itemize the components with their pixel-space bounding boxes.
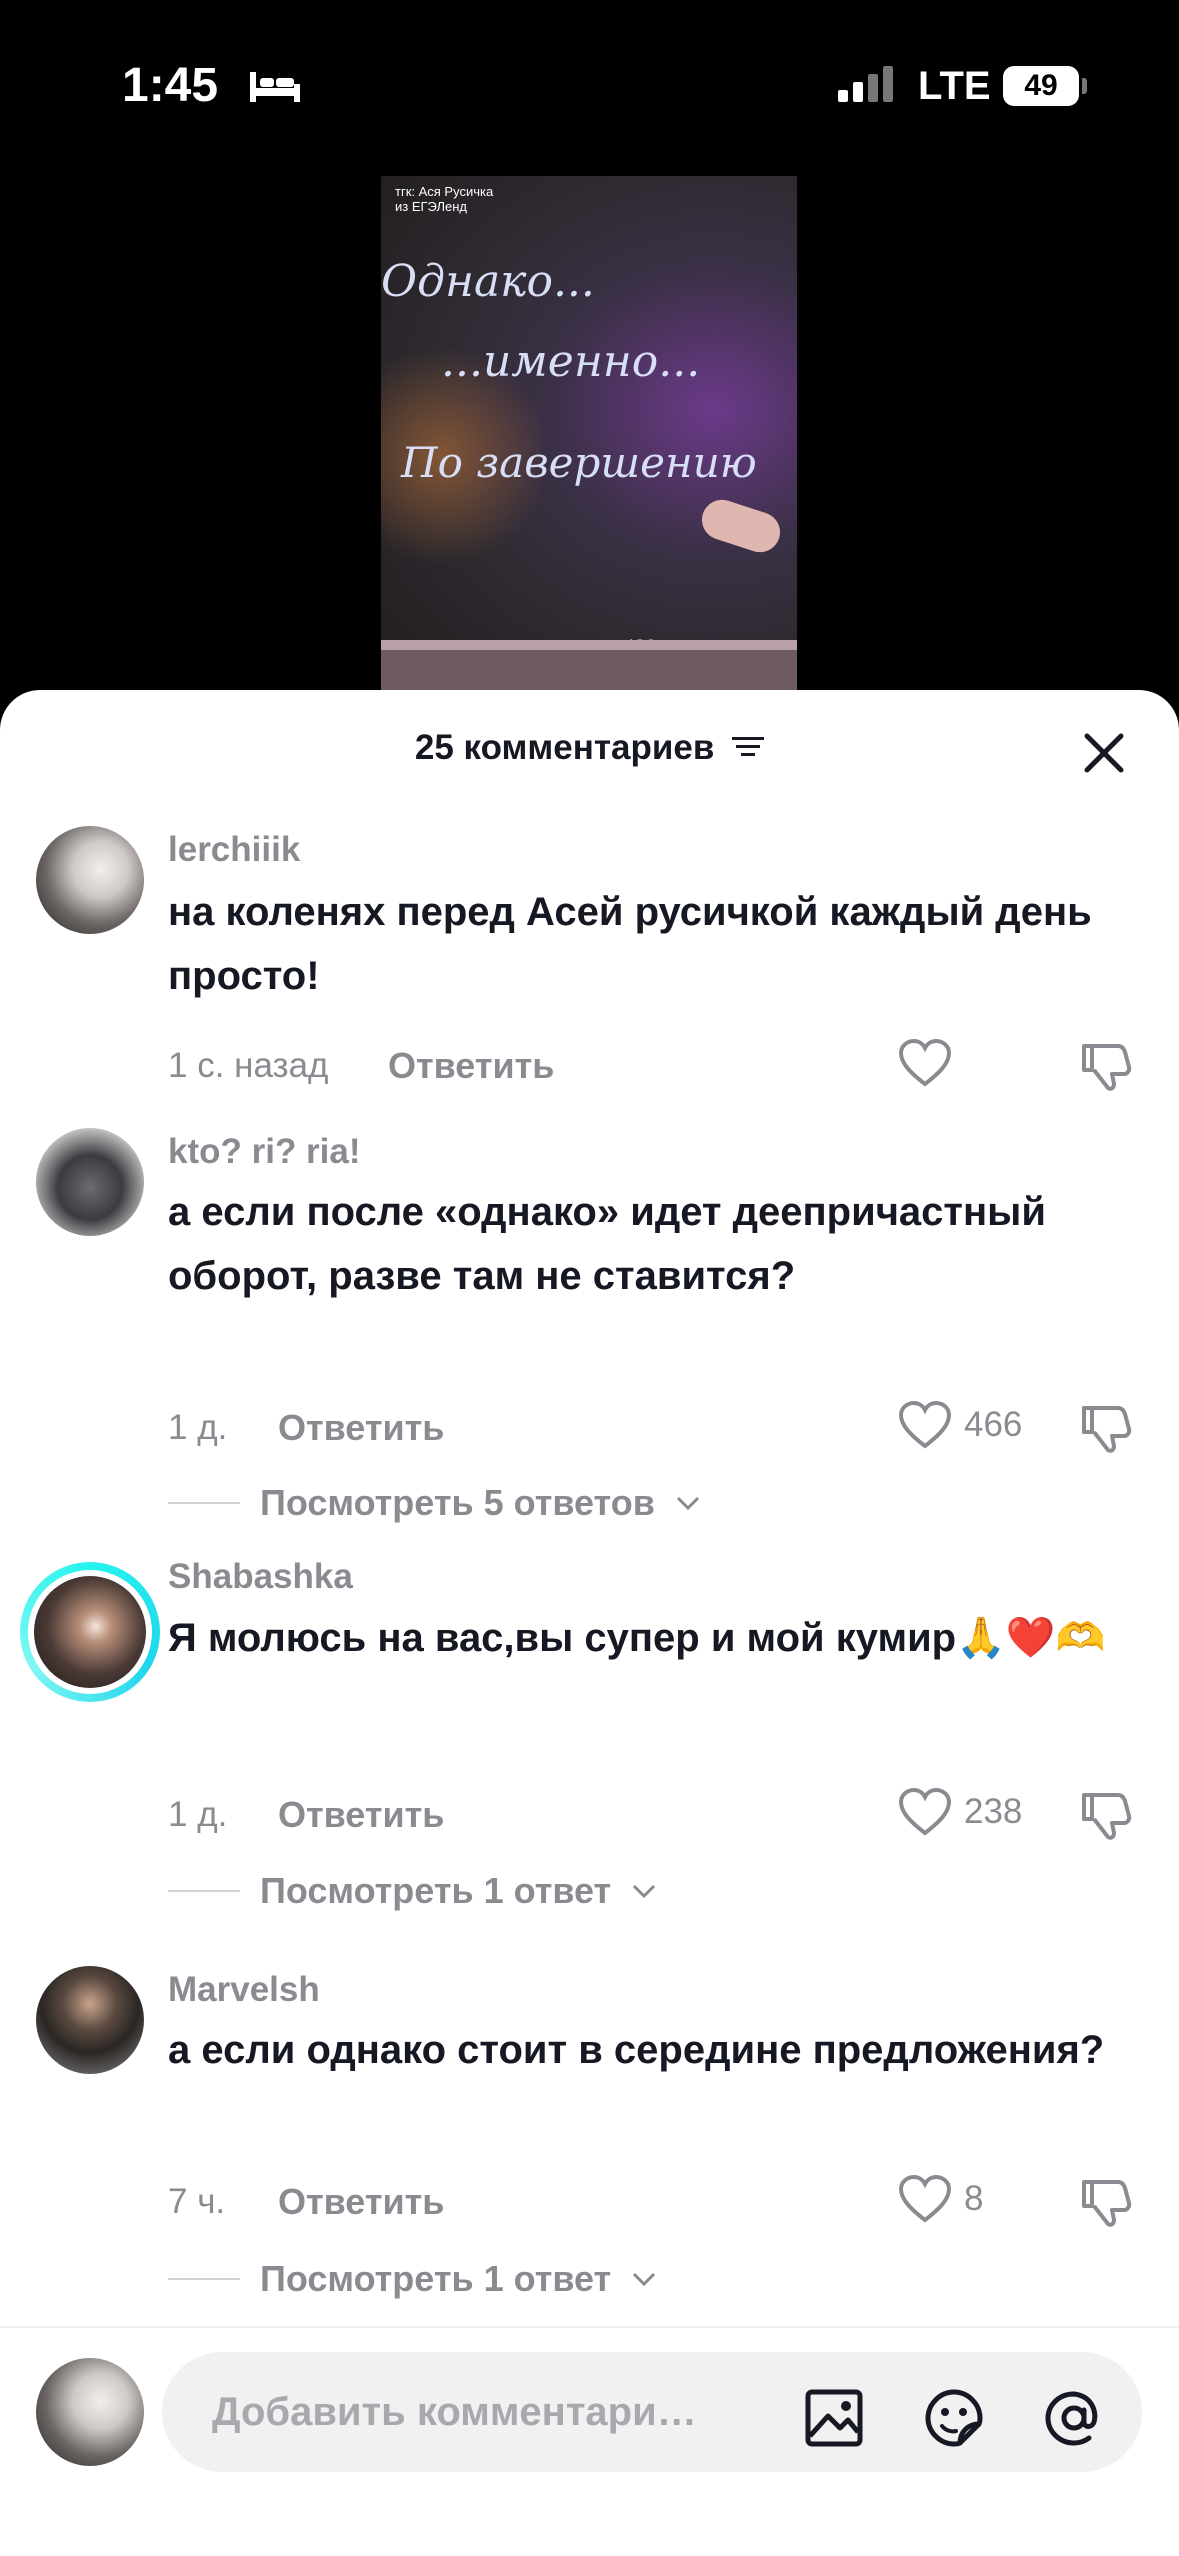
like-count: 466: [964, 1405, 1023, 1444]
comment-username[interactable]: lerchiiik: [168, 830, 300, 870]
view-replies-label: Посмотреть 5 ответов: [260, 1482, 655, 1523]
view-replies-label: Посмотреть 1 ответ: [260, 2258, 612, 2299]
story-ring[interactable]: [20, 1562, 160, 1702]
close-icon[interactable]: [1081, 730, 1127, 776]
comment-input-placeholder: Добавить комментари…: [212, 2390, 697, 2434]
comment-username[interactable]: kto? ri? ria!: [168, 1132, 361, 1172]
dislike-icon[interactable]: [1080, 1040, 1132, 1092]
comment-text: на коленях перед Асей русичкой каждый де…: [168, 890, 1092, 998]
view-replies-button[interactable]: Посмотреть 5 ответов: [168, 1482, 701, 1524]
avatar: [34, 1576, 146, 1688]
like-button[interactable]: 8: [898, 2174, 983, 2224]
chalk-line-2: ...именно...: [441, 336, 701, 387]
comments-count: 25 комментариев: [414, 728, 715, 767]
like-count: 238: [964, 1792, 1023, 1831]
heart-icon: [898, 1038, 952, 1087]
view-replies-button[interactable]: Посмотреть 1 ответ: [168, 1870, 657, 1912]
dislike-icon[interactable]: [1080, 1789, 1132, 1841]
dislike-icon[interactable]: [1080, 2176, 1132, 2228]
like-count: 8: [964, 2179, 984, 2218]
battery-tip: [1082, 78, 1087, 94]
avatar[interactable]: [36, 1966, 144, 2074]
comments-header: 25 комментариев: [0, 728, 1179, 768]
comment-time: 1 д.: [168, 1795, 228, 1834]
mention-icon[interactable]: [1042, 2386, 1106, 2450]
comment-text: а если после «однако» идет деепричастный…: [168, 1190, 1046, 1298]
heart-icon: [898, 1400, 952, 1449]
network-label: LTE: [918, 64, 991, 108]
comments-sheet: 25 комментариев lerchiiik на коленях пер…: [0, 690, 1179, 2556]
comment-time: 1 д.: [168, 1408, 228, 1447]
like-button[interactable]: 238: [898, 1787, 1022, 1837]
comment-input-bar: Добавить комментари…: [0, 2326, 1179, 2556]
filter-icon[interactable]: [732, 734, 765, 760]
comment-time: 7 ч.: [168, 2182, 226, 2221]
reply-button[interactable]: Ответить: [388, 1045, 554, 1087]
reply-button[interactable]: Ответить: [278, 2181, 444, 2223]
image-icon[interactable]: [802, 2386, 866, 2450]
heart-icon: [898, 1787, 952, 1836]
chevron-down-icon: [676, 1496, 699, 1511]
video-watermark: тгк: Ася Русичка из ЕГЭЛенд: [395, 184, 494, 214]
battery-icon: 49: [1003, 66, 1079, 106]
comment-text: а если однако стоит в середине предложен…: [168, 2028, 1105, 2072]
chalk-line-3: По завершению: [401, 438, 757, 487]
avatar[interactable]: [36, 826, 144, 934]
comment-time: 1 с. назад: [168, 1046, 329, 1085]
comment-username[interactable]: Shabashka: [168, 1557, 353, 1597]
dislike-icon[interactable]: [1080, 1402, 1132, 1454]
my-avatar: [36, 2358, 144, 2466]
like-button[interactable]: 466: [898, 1400, 1022, 1450]
chevron-down-icon: [633, 2272, 656, 2287]
chevron-down-icon: [633, 1884, 656, 1899]
board-rail: [381, 640, 797, 650]
comment-input[interactable]: Добавить комментари…: [162, 2352, 1142, 2472]
signal-icon: [838, 66, 893, 102]
view-replies-button[interactable]: Посмотреть 1 ответ: [168, 2258, 657, 2300]
sticker-icon[interactable]: [922, 2386, 986, 2450]
comment-username[interactable]: Marvelsh: [168, 1970, 320, 2010]
comment-text: Я молюсь на вас,вы супер и мой кумир🙏❤️🫶: [168, 1616, 1106, 1660]
status-time: 1:45: [122, 59, 219, 112]
status-bar: 1:45 LTE 49: [0, 0, 1179, 150]
heart-icon: [898, 2174, 952, 2223]
avatar[interactable]: [36, 1128, 144, 1236]
chalk-line-1: Однако...: [381, 256, 595, 307]
reply-button[interactable]: Ответить: [278, 1794, 444, 1836]
bed-icon: [250, 72, 300, 102]
hand-image: [696, 494, 786, 558]
reply-button[interactable]: Ответить: [278, 1407, 444, 1449]
video-player[interactable]: тгк: Ася Русичка из ЕГЭЛенд Однако... ..…: [381, 176, 797, 696]
like-button[interactable]: [898, 1038, 964, 1088]
view-replies-label: Посмотреть 1 ответ: [260, 1870, 612, 1911]
